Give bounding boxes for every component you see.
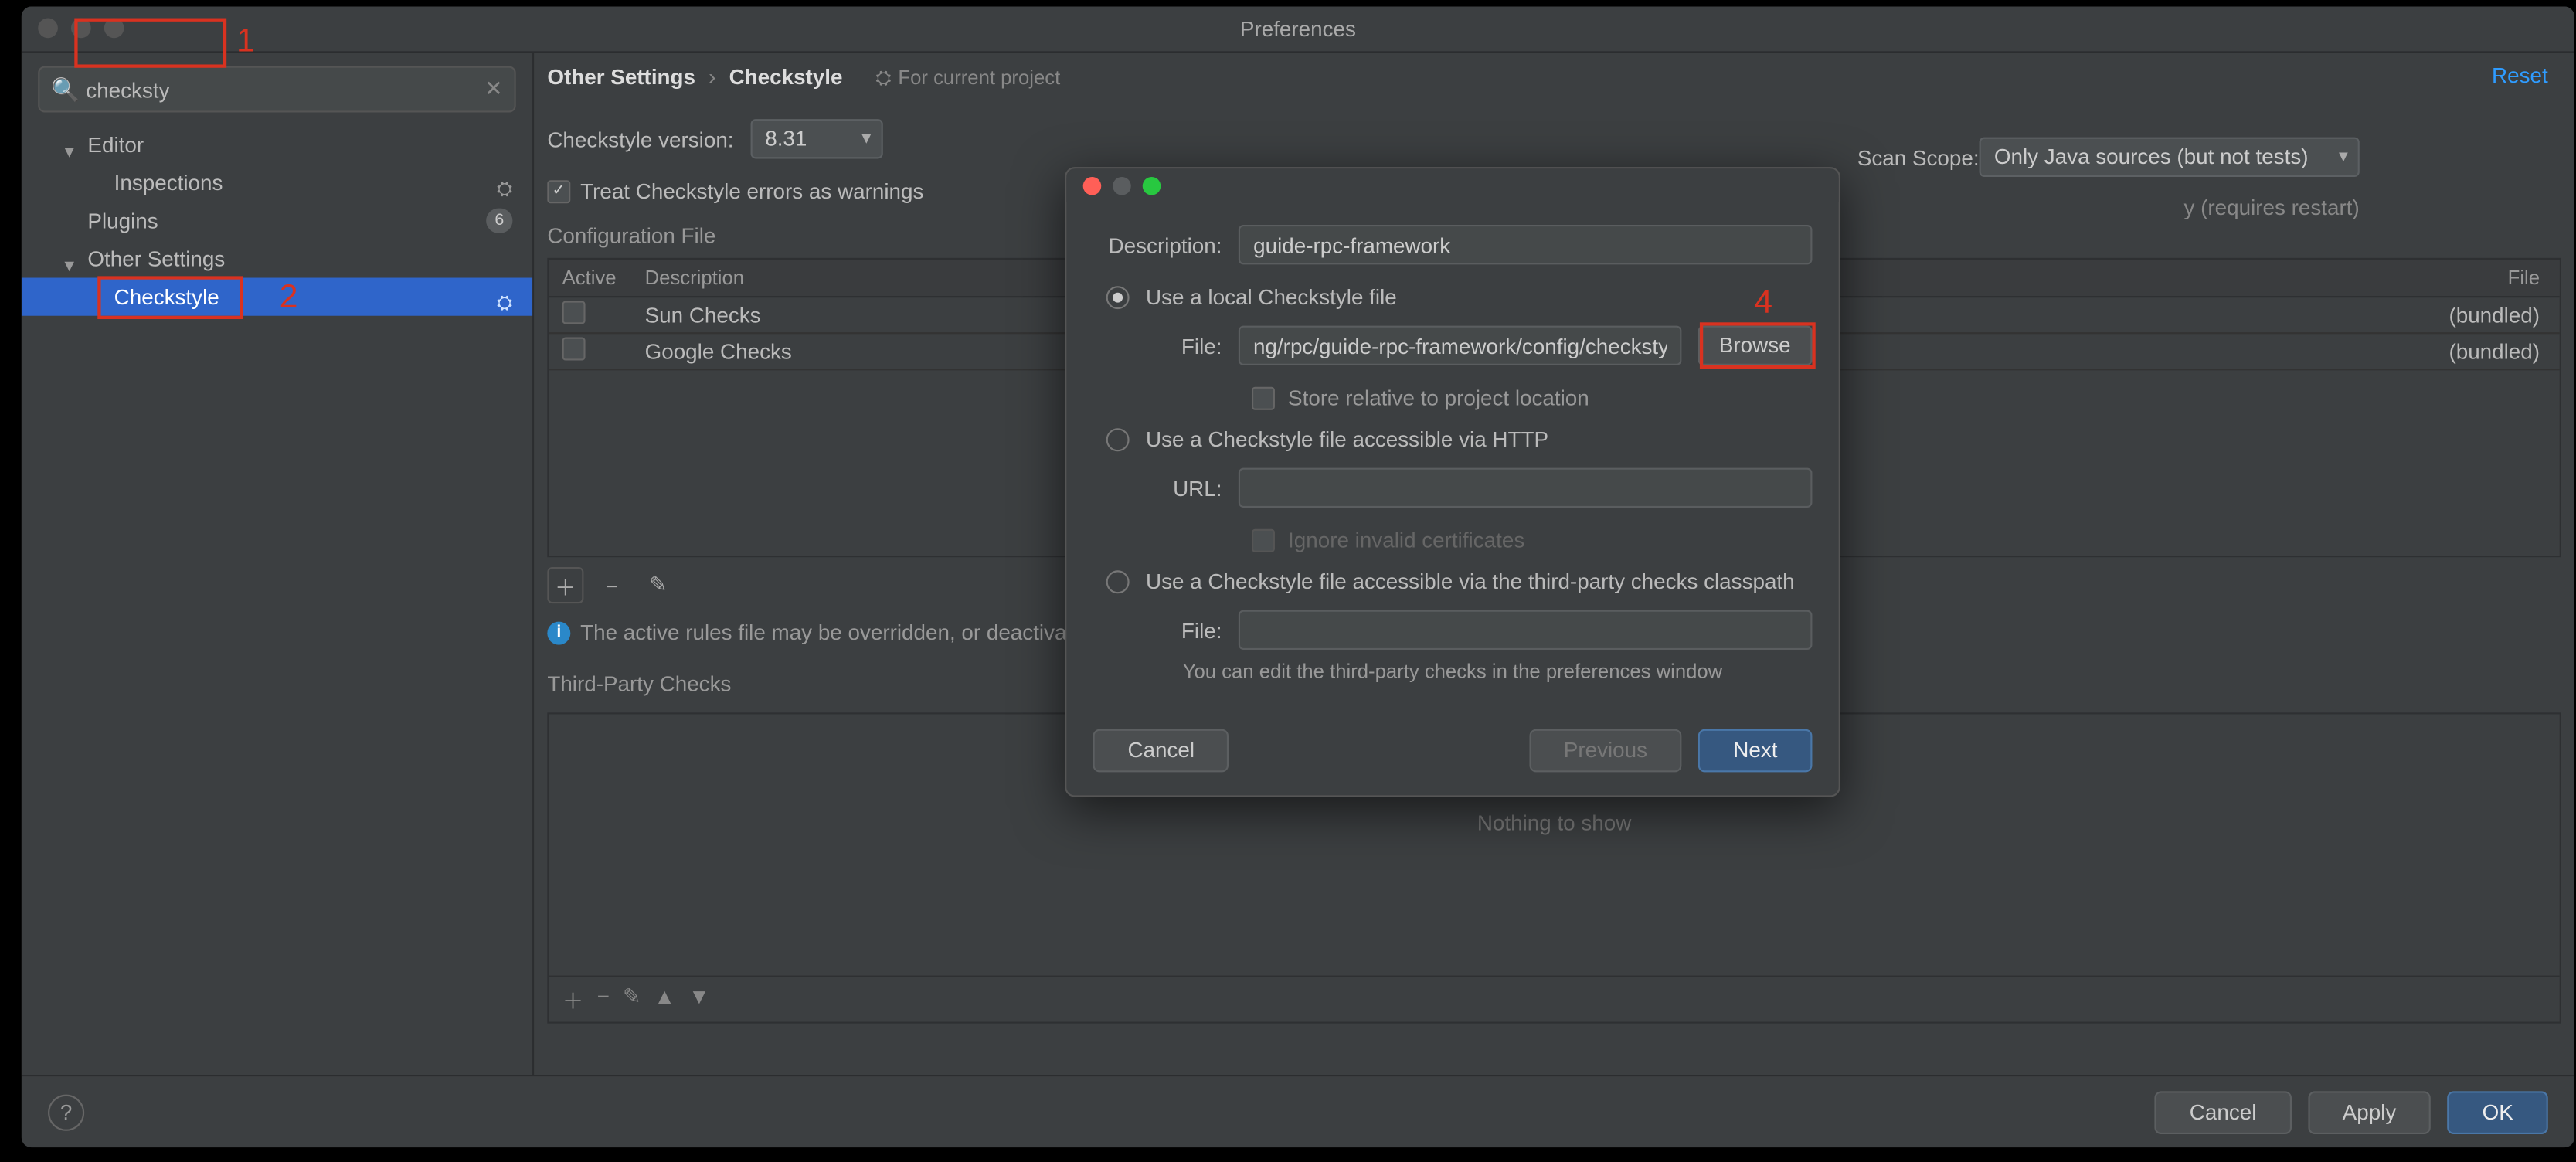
tree-checkstyle[interactable]: Checkstyle ⛭: [22, 278, 532, 316]
cancel-button[interactable]: Cancel: [2155, 1090, 2291, 1133]
tree-other-settings[interactable]: ▼ Other Settings: [22, 240, 532, 277]
option-http[interactable]: Use a Checkstyle file accessible via HTT…: [1106, 426, 1813, 451]
window-title: Preferences: [1240, 16, 1356, 41]
tree-editor[interactable]: ▼ Editor: [22, 126, 532, 164]
search-input[interactable]: [38, 66, 515, 113]
radio-icon: [1106, 569, 1130, 593]
url-label: URL:: [1146, 475, 1222, 500]
close-dot[interactable]: [38, 19, 58, 39]
row-active-checkbox[interactable]: [562, 301, 586, 324]
ignore-certs-checkbox: Ignore invalid certificates: [1252, 528, 1812, 552]
option-local-file[interactable]: Use a local Checkstyle file: [1106, 284, 1813, 309]
browse-button[interactable]: Browse: [1698, 326, 1812, 365]
tree-plugins[interactable]: Plugins 6: [22, 202, 532, 240]
file-input[interactable]: [1239, 326, 1681, 365]
sidebar: 🔍 ✕ 1 ▼ Editor Inspections ⛭ Plugins: [22, 53, 534, 1075]
edit-button[interactable]: ✎: [640, 567, 676, 603]
search-icon: 🔍: [51, 76, 80, 104]
window-traffic-lights[interactable]: [38, 19, 124, 39]
dialog-cancel-button[interactable]: Cancel: [1093, 729, 1229, 773]
for-current-project-label: ⛭For current project: [875, 53, 1060, 102]
add-config-dialog: Description: Use a local Checkstyle file…: [1065, 167, 1840, 797]
minimize-dot[interactable]: [71, 19, 91, 39]
treat-warnings-checkbox[interactable]: ✓ Treat Checkstyle errors as warnings: [547, 178, 923, 203]
version-select[interactable]: 8.31: [750, 119, 882, 158]
url-input[interactable]: [1239, 468, 1813, 508]
plugins-count-badge: 6: [486, 209, 512, 233]
dialog-titlebar: [1066, 168, 1838, 202]
footer: ? Cancel Apply OK: [22, 1075, 2574, 1147]
checkbox-disabled-icon: [1252, 528, 1275, 552]
project-icon: ⛭: [875, 53, 892, 102]
help-button[interactable]: ?: [48, 1094, 84, 1130]
remove-button[interactable]: −: [597, 984, 610, 1015]
zoom-dot[interactable]: [1143, 177, 1161, 195]
dialog-previous-button[interactable]: Previous: [1529, 729, 1682, 773]
project-scope-icon: ⛭: [497, 284, 513, 322]
annotation-number-2: 2: [280, 280, 298, 318]
ok-button[interactable]: OK: [2448, 1090, 2548, 1133]
classpath-file-label: File:: [1146, 617, 1222, 642]
edit-button[interactable]: ✎: [623, 984, 641, 1015]
checkbox-icon: [1252, 386, 1275, 409]
scan-scope-select[interactable]: Only Java sources (but not tests): [1980, 138, 2360, 177]
info-icon: i: [547, 621, 570, 644]
up-button[interactable]: ▲: [654, 984, 675, 1015]
checkbox-checked-icon: ✓: [547, 179, 570, 202]
third-party-toolbar: ＋ − ✎ ▲ ▼: [549, 976, 2559, 1022]
scan-scope-label: Scan Scope:: [1857, 145, 1980, 170]
version-label: Checkstyle version:: [547, 127, 733, 151]
row-active-checkbox[interactable]: [562, 338, 586, 361]
zoom-dot[interactable]: [104, 19, 124, 39]
down-button[interactable]: ▼: [688, 984, 710, 1015]
annotation-number-4: 4: [1754, 284, 1772, 322]
preferences-window: Preferences 🔍 ✕ 1 ▼ Editor Inspections: [22, 7, 2574, 1148]
classpath-file-input[interactable]: [1239, 610, 1813, 650]
add-button[interactable]: ＋: [547, 567, 583, 603]
titlebar: Preferences: [22, 7, 2574, 53]
radio-icon: [1106, 427, 1130, 450]
add-button[interactable]: ＋: [562, 984, 584, 1015]
restart-hint: y (requires restart): [2184, 195, 2360, 220]
description-label: Description:: [1093, 233, 1222, 257]
radio-checked-icon: [1106, 285, 1130, 308]
dialog-next-button[interactable]: Next: [1698, 729, 1812, 773]
breadcrumb: Other Settings › Checkstyle ⛭For current…: [534, 53, 2574, 102]
close-dot[interactable]: [1083, 177, 1102, 195]
annotation-number-1: 1: [236, 23, 255, 61]
remove-button[interactable]: −: [593, 567, 630, 603]
settings-tree: ▼ Editor Inspections ⛭ Plugins 6 ▼ Other…: [22, 126, 532, 316]
reset-link[interactable]: Reset: [2492, 63, 2548, 87]
store-relative-checkbox[interactable]: Store relative to project location: [1252, 386, 1812, 410]
description-input[interactable]: [1239, 225, 1813, 264]
clear-search-icon[interactable]: ✕: [484, 76, 502, 102]
apply-button[interactable]: Apply: [2308, 1090, 2431, 1133]
file-label: File:: [1146, 333, 1222, 358]
classpath-hint: You can edit the third-party checks in t…: [1093, 660, 1813, 683]
option-classpath[interactable]: Use a Checkstyle file accessible via the…: [1106, 569, 1813, 593]
tree-inspections[interactable]: Inspections ⛭: [22, 164, 532, 202]
minimize-dot[interactable]: [1113, 177, 1131, 195]
